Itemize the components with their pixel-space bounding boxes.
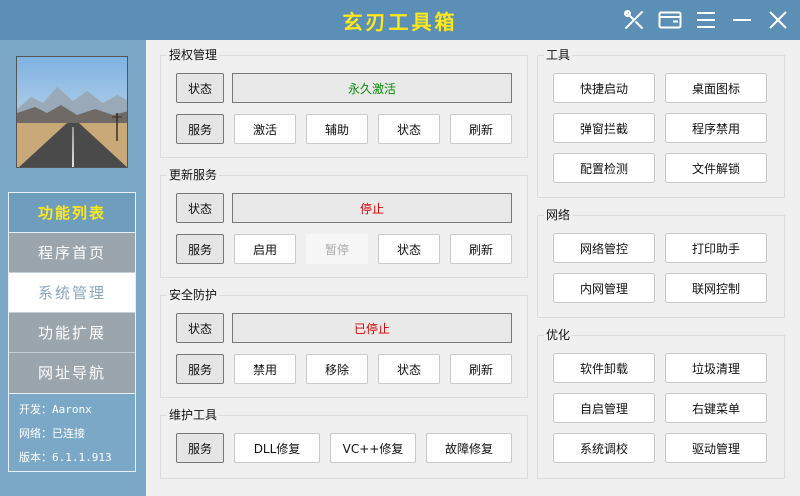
update-group: 更新服务 状态 停止 服务 启用 暂停 状态 刷新 (160, 167, 528, 278)
update-status-button[interactable]: 状态 (176, 193, 224, 223)
intranet-manage-button[interactable]: 内网管理 (553, 273, 655, 303)
network-group-label: 网络 (544, 207, 573, 223)
security-service-button[interactable]: 服务 (176, 354, 224, 384)
remove-button[interactable]: 移除 (306, 354, 368, 384)
info-panel: 开发：Aaronx 网络：已连接 版本：6.1.1.913 (8, 392, 136, 472)
license-group-label: 授权管理 (167, 47, 220, 63)
startup-manage-button[interactable]: 自启管理 (553, 393, 655, 423)
minimize-icon[interactable] (730, 8, 754, 32)
popup-block-button[interactable]: 弹窗拦截 (553, 113, 655, 143)
software-uninstall-button[interactable]: 软件卸载 (553, 353, 655, 383)
optimize-group: 优化 软件卸载 垃圾清理 自启管理 右键菜单 系统调校 驱动管理 (537, 327, 785, 479)
sidebar-item-extensions[interactable]: 功能扩展 (9, 313, 135, 353)
header-photo (16, 56, 128, 168)
update-group-label: 更新服务 (167, 167, 220, 183)
file-unlock-button[interactable]: 文件解锁 (665, 153, 767, 183)
activate-button[interactable]: 激活 (234, 114, 296, 144)
maintenance-group: 维护工具 服务 DLL修复 VC++修复 故障修复 (160, 407, 528, 479)
security-status-value: 已停止 (232, 313, 512, 343)
tools-group-label: 工具 (544, 47, 573, 63)
function-menu: 功能列表 程序首页 系统管理 功能扩展 网址导航 (8, 192, 136, 394)
tools-icon[interactable] (622, 8, 646, 32)
network-status-text: 网络：已连接 (19, 427, 85, 440)
menu-icon[interactable] (694, 8, 718, 32)
context-menu-button[interactable]: 右键菜单 (665, 393, 767, 423)
tools-group: 工具 快捷启动 桌面图标 弹窗拦截 程序禁用 配置检测 文件解锁 (537, 47, 785, 198)
system-tune-button[interactable]: 系统调校 (553, 433, 655, 463)
update-refresh-button[interactable]: 刷新 (450, 234, 512, 264)
maintenance-service-button[interactable]: 服务 (176, 433, 224, 463)
security-refresh-button[interactable]: 刷新 (450, 354, 512, 384)
print-assistant-button[interactable]: 打印助手 (665, 233, 767, 263)
license-state-button[interactable]: 状态 (378, 114, 440, 144)
desktop-icons-button[interactable]: 桌面图标 (665, 73, 767, 103)
maintenance-group-label: 维护工具 (167, 407, 220, 423)
security-group: 安全防护 状态 已停止 服务 禁用 移除 状态 刷新 (160, 287, 528, 398)
driver-manage-button[interactable]: 驱动管理 (665, 433, 767, 463)
optimize-group-label: 优化 (544, 327, 573, 343)
security-status-button[interactable]: 状态 (176, 313, 224, 343)
security-state-button[interactable]: 状态 (378, 354, 440, 384)
internet-control-button[interactable]: 联网控制 (665, 273, 767, 303)
vc-repair-button[interactable]: VC++修复 (330, 433, 416, 463)
close-icon[interactable] (766, 8, 790, 32)
version-text: 版本：6.1.1.913 (19, 451, 112, 464)
title-bar: 玄刃工具箱 (0, 0, 800, 40)
assist-button[interactable]: 辅助 (306, 114, 368, 144)
network-group: 网络 网络管控 打印助手 内网管理 联网控制 (537, 207, 785, 318)
license-status-button[interactable]: 状态 (176, 73, 224, 103)
security-group-label: 安全防护 (167, 287, 220, 303)
config-check-button[interactable]: 配置检测 (553, 153, 655, 183)
developer-text: 开发：Aaronx (19, 403, 92, 416)
pause-button[interactable]: 暂停 (306, 234, 368, 264)
license-group: 授权管理 状态 永久激活 服务 激活 辅助 状态 刷新 (160, 47, 528, 158)
update-status-value: 停止 (232, 193, 512, 223)
menu-title: 功能列表 (9, 193, 135, 233)
quick-launch-button[interactable]: 快捷启动 (553, 73, 655, 103)
license-refresh-button[interactable]: 刷新 (450, 114, 512, 144)
sidebar-item-home[interactable]: 程序首页 (9, 233, 135, 273)
disable-button[interactable]: 禁用 (234, 354, 296, 384)
junk-clean-button[interactable]: 垃圾清理 (665, 353, 767, 383)
license-service-button[interactable]: 服务 (176, 114, 224, 144)
sidebar-item-navigation[interactable]: 网址导航 (9, 353, 135, 393)
update-state-button[interactable]: 状态 (378, 234, 440, 264)
sidebar: 功能列表 程序首页 系统管理 功能扩展 网址导航 开发：Aaronx 网络：已连… (0, 40, 146, 496)
fault-repair-button[interactable]: 故障修复 (426, 433, 512, 463)
window-icon[interactable] (658, 8, 682, 32)
window-controls (622, 8, 790, 32)
network-control-button[interactable]: 网络管控 (553, 233, 655, 263)
sidebar-item-system[interactable]: 系统管理 (9, 273, 135, 313)
license-status-value: 永久激活 (232, 73, 512, 103)
update-service-button[interactable]: 服务 (176, 234, 224, 264)
program-disable-button[interactable]: 程序禁用 (665, 113, 767, 143)
enable-button[interactable]: 启用 (234, 234, 296, 264)
dll-repair-button[interactable]: DLL修复 (234, 433, 320, 463)
